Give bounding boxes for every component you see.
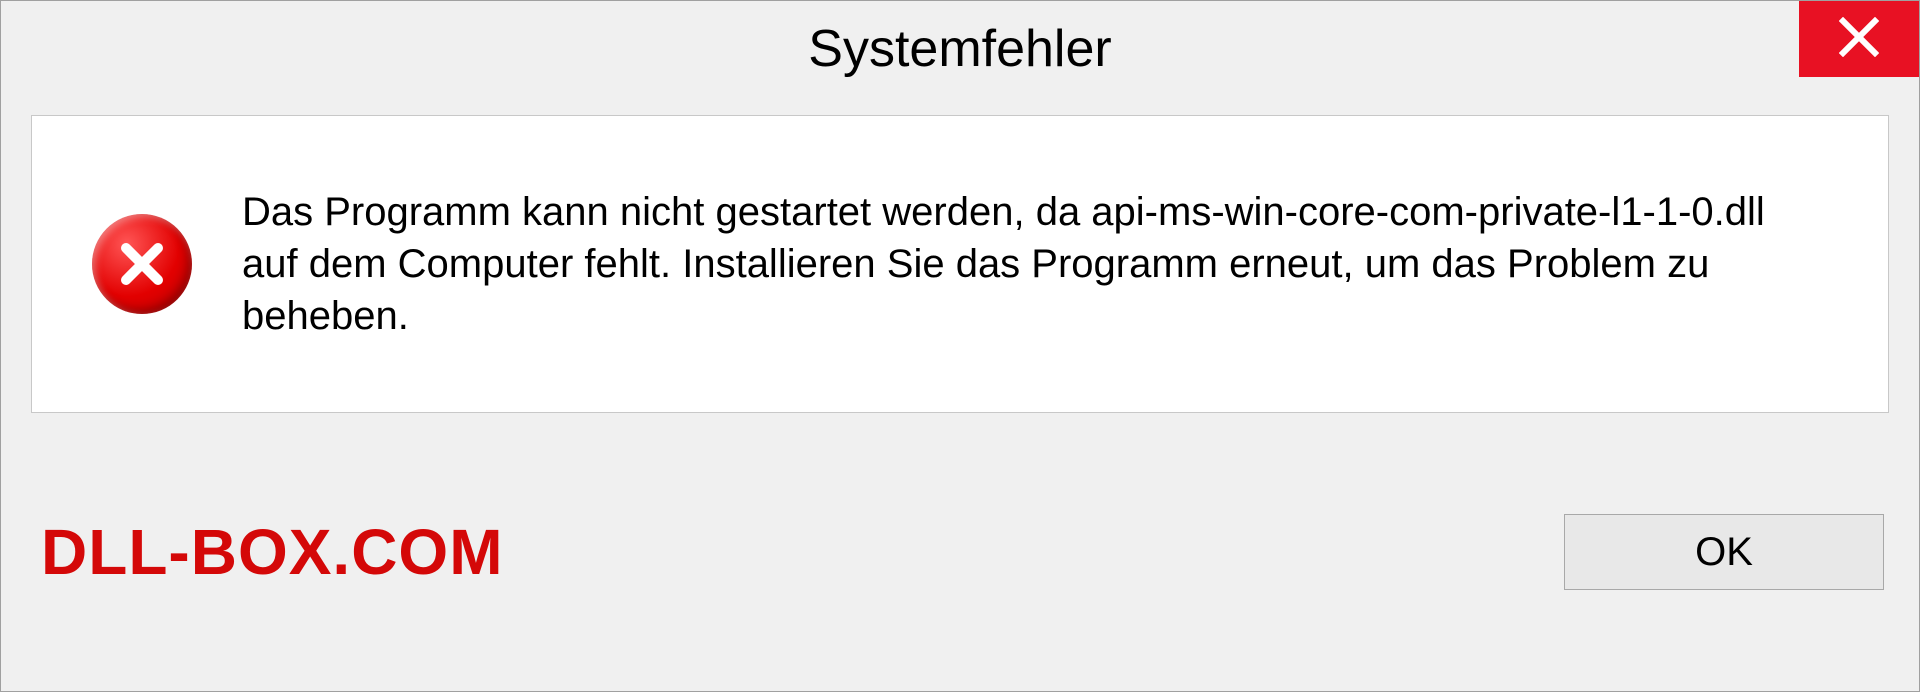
watermark-text: DLL-BOX.COM xyxy=(41,515,504,589)
content-panel: Das Programm kann nicht gestartet werden… xyxy=(31,115,1889,413)
error-dialog: Systemfehler Das Programm kann nicht ges… xyxy=(0,0,1920,692)
close-button[interactable] xyxy=(1799,1,1919,77)
ok-button[interactable]: OK xyxy=(1564,514,1884,590)
titlebar: Systemfehler xyxy=(1,1,1919,97)
close-icon xyxy=(1839,17,1879,62)
dialog-title: Systemfehler xyxy=(808,19,1111,79)
dialog-footer: DLL-BOX.COM OK xyxy=(1,413,1919,691)
error-icon xyxy=(92,214,192,314)
error-message: Das Programm kann nicht gestartet werden… xyxy=(242,186,1792,342)
